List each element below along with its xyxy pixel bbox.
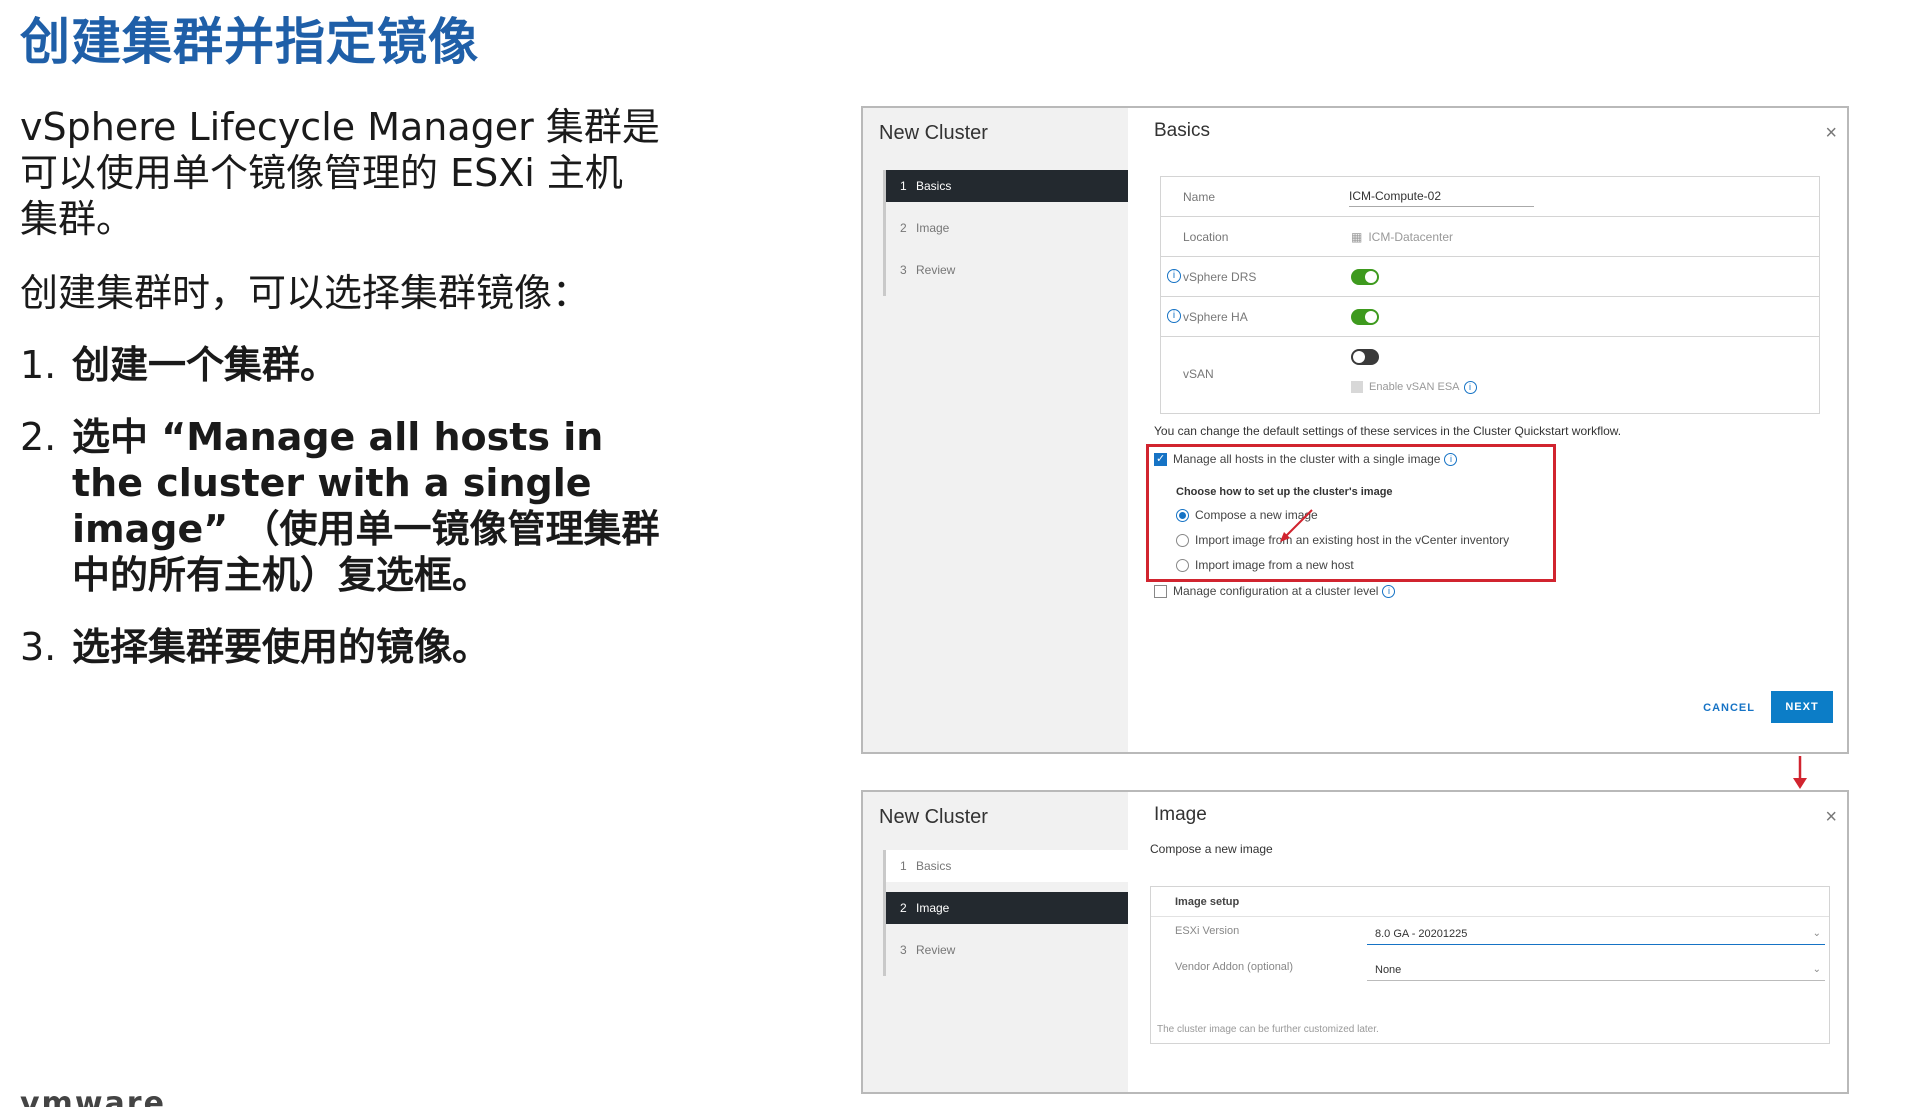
section-title: Basics (1154, 120, 1210, 141)
chevron-down-icon: ⌄ (1812, 964, 1821, 975)
drs-toggle[interactable] (1351, 269, 1379, 285)
new-cluster-dialog-image: New Cluster 1 Basics 2 Image 3 Review Image… (861, 790, 1849, 1094)
esa-checkbox[interactable] (1351, 381, 1363, 394)
wizard-step-image[interactable]: 2 Image (886, 212, 1128, 244)
chevron-down-icon: ⌄ (1812, 928, 1821, 939)
vsan-toggle[interactable] (1351, 349, 1379, 365)
vsan-esa-option[interactable]: Enable vSAN ESA i (1351, 381, 1477, 394)
pointer-arrow-icon (1280, 509, 1313, 542)
ha-toggle[interactable] (1351, 309, 1379, 325)
wizard-title: New Cluster (879, 122, 988, 144)
esxi-version-row: ESXi Version 8.0 GA - 20201225 ⌄ (1151, 917, 1829, 953)
drs-label: vSphere DRS (1183, 270, 1257, 284)
wizard-step-basics[interactable]: 1 Basics (886, 850, 1128, 882)
step-number: 3. (20, 625, 57, 669)
section-subtitle: Compose a new image (1150, 842, 1273, 856)
name-input[interactable] (1349, 185, 1534, 207)
name-label: Name (1183, 190, 1216, 204)
step-number: 1. (20, 343, 57, 387)
manage-config-option[interactable]: Manage configuration at a cluster level … (1154, 584, 1396, 598)
step-3: 3. 选择集群要使用的镜像。 (20, 624, 670, 698)
vmware-logo: vmware (20, 1086, 166, 1107)
image-setup-panel: Image setup ESXi Version 8.0 GA - 202012… (1150, 886, 1830, 1044)
location-label: Location (1183, 230, 1229, 244)
info-icon[interactable]: i (1167, 309, 1181, 323)
lead-paragraph: 创建集群时，可以选择集群镜像： (20, 271, 591, 315)
esxi-version-label: ESXi Version (1175, 925, 1240, 937)
cancel-button[interactable]: CANCEL (1703, 702, 1755, 714)
close-icon[interactable]: × (1825, 806, 1837, 829)
wizard-main: Image Compose a new image × Image setup … (1128, 792, 1847, 1092)
option-import-new[interactable]: Import image from a new host (1176, 558, 1354, 572)
wizard-step-review[interactable]: 3 Review (886, 254, 1128, 286)
slide-title: 创建集群并指定镜像 (20, 13, 479, 71)
manage-single-image-checkbox[interactable] (1154, 452, 1167, 466)
info-icon[interactable]: i (1463, 381, 1477, 394)
info-icon[interactable]: i (1382, 584, 1396, 598)
step-number: 2. (20, 415, 57, 459)
quickstart-note: You can change the default settings of t… (1154, 424, 1622, 438)
section-title: Image (1154, 804, 1207, 825)
radio-compose[interactable] (1176, 508, 1189, 522)
arrow-down-icon (1793, 756, 1807, 789)
wizard-step-review[interactable]: 3 Review (886, 934, 1128, 966)
info-icon[interactable]: i (1167, 269, 1181, 283)
name-row: Name (1161, 177, 1819, 217)
vsan-label: vSAN (1183, 367, 1214, 381)
ha-row: i vSphere HA (1161, 297, 1819, 337)
wizard-title: New Cluster (879, 806, 988, 828)
step-text: 选择集群要使用的镜像。 (72, 625, 491, 669)
wizard-step-image[interactable]: 2 Image (886, 892, 1128, 924)
wizard-steps: 1 Basics 2 Image 3 Review (883, 850, 1128, 976)
option-import-existing[interactable]: Import image from an existing host in th… (1176, 533, 1509, 547)
close-icon[interactable]: × (1825, 122, 1837, 145)
manage-config-checkbox[interactable] (1154, 584, 1167, 598)
vendor-addon-label: Vendor Addon (optional) (1175, 961, 1294, 973)
location-row: Location ▦ ICM-Datacenter (1161, 217, 1819, 257)
step-text: 创建一个集群。 (72, 343, 339, 387)
next-button[interactable]: NEXT (1771, 691, 1833, 723)
info-icon[interactable]: i (1444, 452, 1458, 466)
step-text: 选中 “Manage all hosts in the cluster with… (72, 415, 660, 597)
wizard-steps: 1 Basics 2 Image 3 Review (883, 170, 1128, 296)
wizard-sidebar: New Cluster 1 Basics 2 Image 3 Review (863, 792, 1128, 1092)
wizard-step-basics[interactable]: 1 Basics (886, 170, 1128, 202)
wizard-sidebar: New Cluster 1 Basics 2 Image 3 Review (863, 108, 1128, 752)
drs-row: i vSphere DRS (1161, 257, 1819, 297)
step-1: 1. 创建一个集群。 (20, 342, 670, 416)
vendor-addon-row: Vendor Addon (optional) None ⌄ (1151, 953, 1829, 989)
wizard-main: Basics × Name Location ▦ICM-Datacenter i… (1128, 108, 1847, 752)
location-value: ▦ ICM-Datacenter (1351, 230, 1454, 244)
esxi-version-select[interactable]: 8.0 GA - 20201225 ⌄ (1367, 923, 1825, 945)
ha-label: vSphere HA (1183, 310, 1248, 324)
step-2: 2. 选中 “Manage all hosts in the cluster wi… (20, 414, 670, 626)
vsan-row: vSAN Enable vSAN ESA i (1161, 337, 1819, 413)
datacenter-icon: ▦ (1351, 230, 1363, 244)
manage-single-image-option[interactable]: Manage all hosts in the cluster with a s… (1154, 452, 1458, 466)
vendor-addon-select[interactable]: None ⌄ (1367, 959, 1825, 981)
intro-paragraph: vSphere Lifecycle Manager 集群是可以使用单个镜像管理的… (20, 105, 660, 241)
new-cluster-dialog-basics: New Cluster 1 Basics 2 Image 3 Review Basic… (861, 106, 1849, 754)
image-setup-heading: Image setup (1151, 887, 1829, 917)
choose-heading: Choose how to set up the cluster's image (1176, 486, 1393, 498)
radio-import-existing[interactable] (1176, 533, 1189, 547)
image-footnote: The cluster image can be further customi… (1157, 1024, 1379, 1035)
radio-import-new[interactable] (1176, 558, 1189, 572)
basics-form: Name Location ▦ICM-Datacenter i vSphere … (1160, 176, 1820, 414)
